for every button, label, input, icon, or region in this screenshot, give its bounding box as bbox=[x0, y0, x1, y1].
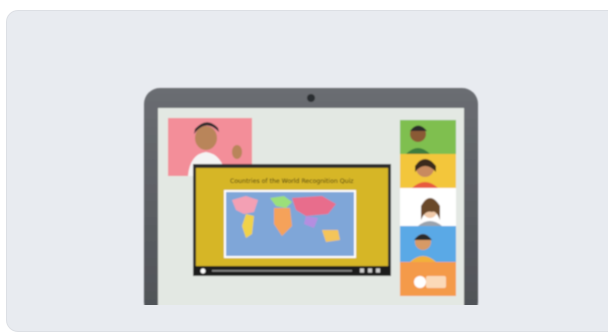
shared-slide-window: Countries of the World Recognition Quiz bbox=[193, 164, 391, 276]
play-icon bbox=[200, 268, 206, 274]
participant-tile-3 bbox=[400, 188, 456, 226]
participant-tile-1 bbox=[400, 120, 456, 154]
participant-tile-2 bbox=[400, 154, 456, 188]
participant-tile-4 bbox=[400, 226, 456, 262]
slide-title: Countries of the World Recognition Quiz bbox=[230, 178, 354, 185]
participant-tile-5 bbox=[400, 262, 456, 296]
webcam-icon bbox=[307, 94, 315, 102]
laptop-illustration: Countries of the World Recognition Quiz bbox=[144, 88, 478, 305]
